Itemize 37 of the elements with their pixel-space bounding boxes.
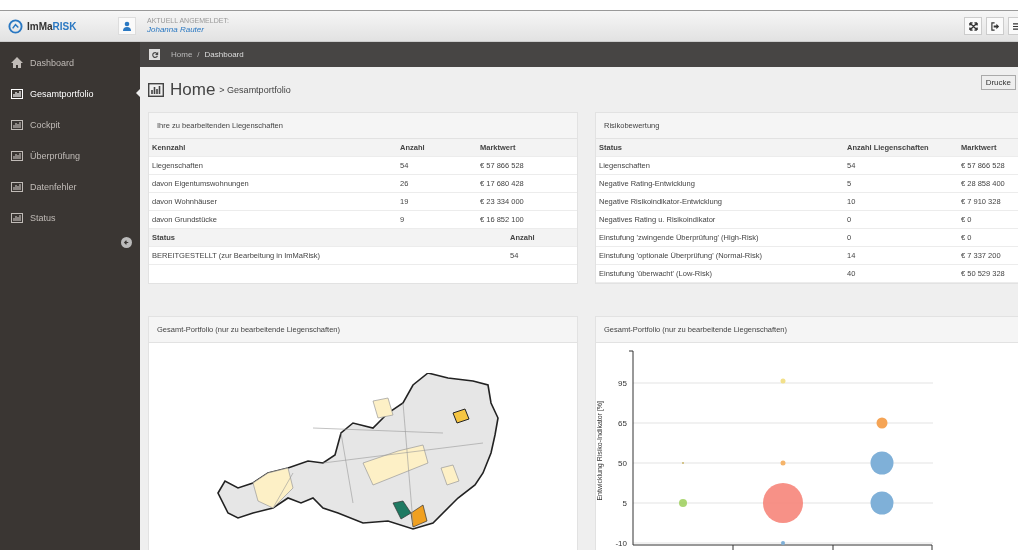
breadcrumb-separator: / <box>197 50 200 59</box>
breadcrumb-current: Dashboard <box>204 50 244 59</box>
menu-icon <box>1012 21 1018 31</box>
print-button[interactable]: Drucke <box>980 75 1016 90</box>
expand-icon <box>968 21 978 31</box>
chart-icon <box>11 119 23 130</box>
sidebar-item[interactable]: Cockpit <box>0 109 140 140</box>
tick-label: -10 <box>615 539 627 548</box>
logout-icon <box>990 21 1000 31</box>
tick-label: 50 <box>618 459 627 468</box>
chart-icon <box>11 181 23 192</box>
page-subtitle: > Gesamtportfolio <box>219 84 291 95</box>
chart-icon <box>11 212 23 223</box>
breadcrumb-link[interactable]: Home <box>171 50 193 59</box>
tick-label: 95 <box>618 379 627 388</box>
logo-icon <box>8 18 23 34</box>
collapse-button[interactable] <box>121 237 132 248</box>
home-icon <box>11 57 23 68</box>
sidebar-item[interactable]: Überprüfung <box>0 140 140 171</box>
user-icon <box>122 21 132 31</box>
logout-button[interactable] <box>986 17 1004 35</box>
tick-label: 5 <box>622 499 627 508</box>
chart-icon <box>11 88 23 99</box>
sidebar-item[interactable]: Dashboard <box>0 47 140 78</box>
tick-label: 65 <box>618 419 627 428</box>
user-name: Johanna Rauter <box>147 25 205 35</box>
refresh-icon <box>150 50 159 59</box>
sidebar-item[interactable]: Datenfehler <box>0 171 140 202</box>
user-button[interactable] <box>118 17 136 35</box>
chart-icon <box>11 150 23 161</box>
fullscreen-button[interactable] <box>964 17 982 35</box>
refresh-button[interactable] <box>149 49 160 60</box>
sidebar-item[interactable]: Status <box>0 202 140 233</box>
logo-text: ImMaRISK <box>27 20 77 32</box>
page-title: Home <box>170 79 216 100</box>
chart-icon <box>148 82 164 97</box>
arrow-left-icon <box>123 239 130 246</box>
